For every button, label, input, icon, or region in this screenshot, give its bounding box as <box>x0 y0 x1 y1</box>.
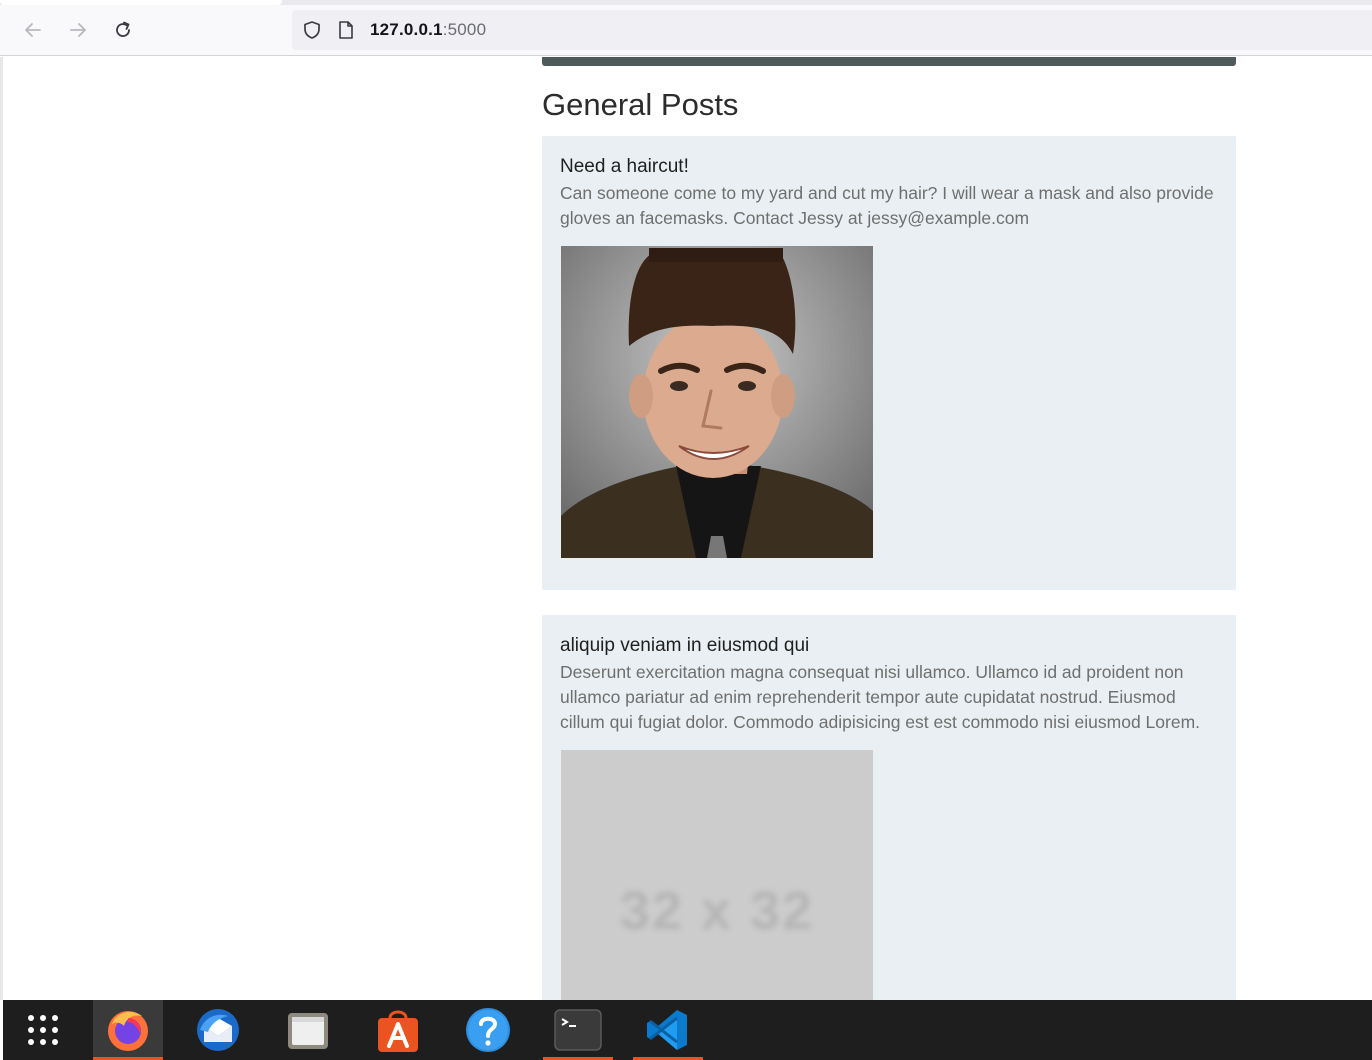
page-viewport: General Posts Need a haircut! Can someon… <box>0 57 1372 1000</box>
help-icon <box>466 1008 510 1052</box>
reload-icon <box>116 21 130 37</box>
vscode-icon <box>647 1010 687 1050</box>
page-icon[interactable] <box>337 20 355 40</box>
terminal-launcher[interactable] <box>543 1000 613 1060</box>
thunderbird-icon <box>197 1009 239 1051</box>
browser-toolbar: 127.0.0.1:5000 <box>0 0 1372 56</box>
forward-button[interactable] <box>62 14 94 46</box>
url-bar[interactable]: 127.0.0.1:5000 <box>292 10 1372 50</box>
post-body: Can someone come to my yard and cut my h… <box>560 183 1214 228</box>
back-arrow-icon <box>25 23 41 37</box>
screen: 127.0.0.1:5000 General Posts Need a hair… <box>0 0 1372 1060</box>
software-center-icon <box>378 1010 418 1052</box>
active-tab[interactable] <box>0 0 282 5</box>
files-icon <box>288 1013 328 1049</box>
vscode-launcher[interactable] <box>633 1000 703 1060</box>
url-port: :5000 <box>442 20 487 39</box>
files-launcher[interactable] <box>273 1000 343 1060</box>
post-card: aliquip veniam in eiusmod qui Deserunt e… <box>542 615 1236 1000</box>
section-title: General Posts <box>542 87 739 122</box>
help-launcher[interactable] <box>453 1000 523 1060</box>
viewport-edge <box>0 57 3 1000</box>
post-title: aliquip veniam in eiusmod qui <box>560 635 810 656</box>
reload-button[interactable] <box>107 14 139 46</box>
post-body: Deserunt exercitation magna consequat ni… <box>560 662 1201 732</box>
back-button[interactable] <box>17 14 49 46</box>
url-host: 127.0.0.1 <box>370 20 443 39</box>
post-card: Need a haircut! Can someone come to my y… <box>542 136 1236 590</box>
forward-arrow-icon <box>70 23 86 37</box>
post-image-placeholder: 32 x 32 <box>561 750 873 1000</box>
software-center-launcher[interactable] <box>363 1000 433 1060</box>
thunderbird-launcher[interactable] <box>183 1000 253 1060</box>
taskbar <box>3 1000 1372 1060</box>
url-text[interactable]: 127.0.0.1:5000 <box>370 20 486 40</box>
app-grid-icon <box>28 1015 58 1045</box>
post-title: Need a haircut! <box>560 156 689 177</box>
placeholder-label: 32 x 32 <box>619 881 815 941</box>
header-bar-bottom <box>542 57 1236 66</box>
firefox-launcher[interactable] <box>93 1000 163 1060</box>
firefox-icon <box>108 1011 148 1051</box>
post-image-portrait <box>561 246 873 558</box>
terminal-icon <box>554 1009 602 1051</box>
show-apps-button[interactable] <box>8 1000 78 1060</box>
shield-icon[interactable] <box>302 20 322 40</box>
portrait-photo <box>561 246 873 558</box>
